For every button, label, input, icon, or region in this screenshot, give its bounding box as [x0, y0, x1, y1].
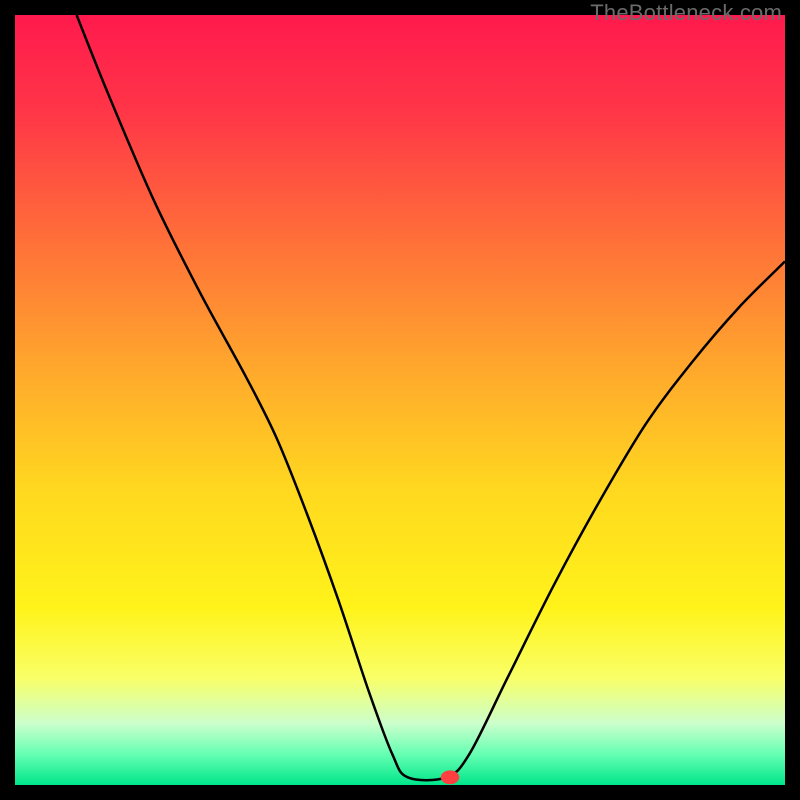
watermark-text: TheBottleneck.com: [590, 0, 782, 26]
chart-frame: [15, 15, 785, 785]
chart-background: [15, 15, 785, 785]
bottleneck-chart: [15, 15, 785, 785]
minimum-marker: [441, 770, 459, 784]
